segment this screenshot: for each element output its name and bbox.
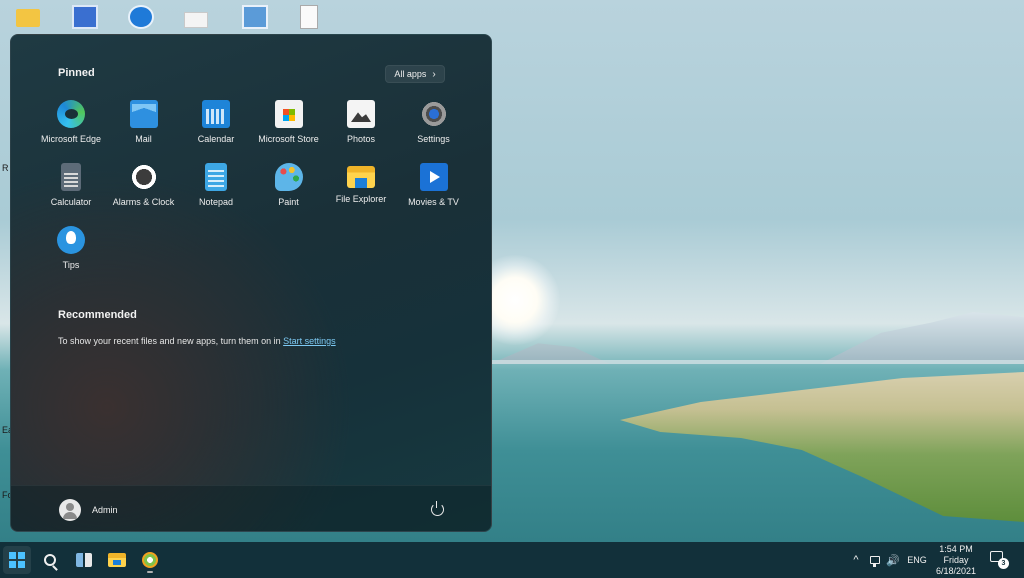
clock-time: 1:54 PM	[939, 543, 973, 554]
pinned-app-mail[interactable]: Mail	[108, 97, 180, 160]
pinned-app-edge[interactable]: Microsoft Edge	[35, 97, 107, 160]
pinned-app-label: Mail	[135, 134, 152, 144]
desktop-installer-icon[interactable]	[242, 5, 268, 29]
desktop-text-file-icon[interactable]	[300, 5, 318, 29]
notepad-icon	[205, 163, 227, 191]
pinned-app-label: Tips	[62, 260, 80, 270]
pinned-app-label: Microsoft Store	[258, 134, 319, 144]
pinned-apps-grid: Microsoft Edge Mail Calendar Microsoft S…	[35, 97, 475, 286]
pinned-app-label: Microsoft Edge	[40, 134, 102, 144]
user-avatar-icon[interactable]	[59, 499, 81, 521]
taskbar: ^ 🔊 ENG 1:54 PM Friday 6/18/2021 3	[0, 542, 1024, 578]
calendar-icon	[202, 100, 230, 128]
alarm-clock-icon	[129, 163, 158, 191]
pinned-app-label: Settings	[417, 134, 450, 144]
clock-day: Friday	[943, 554, 969, 565]
power-icon[interactable]	[431, 501, 444, 516]
input-language-indicator[interactable]: ENG	[904, 542, 930, 578]
wallpaper-horizon	[490, 360, 1024, 364]
pinned-app-paint[interactable]: Paint	[253, 160, 325, 223]
desktop-folder-icon[interactable]	[16, 9, 40, 27]
store-icon	[274, 100, 303, 128]
pinned-app-calendar[interactable]: Calendar	[180, 97, 252, 160]
pinned-app-label: File Explorer	[335, 194, 387, 204]
recommended-message: To show your recent files and new apps, …	[58, 336, 336, 346]
photos-icon	[347, 100, 375, 128]
pinned-title: Pinned	[58, 67, 95, 79]
desktop-edge-label: R	[2, 163, 9, 173]
start-settings-link[interactable]: Start settings	[283, 336, 336, 346]
edge-icon	[57, 100, 85, 128]
pinned-app-label: Calculator	[50, 197, 92, 207]
file-explorer-icon	[108, 553, 126, 567]
task-view-button[interactable]	[70, 546, 98, 574]
show-hidden-icons-button[interactable]: ^	[848, 542, 864, 578]
desktop-teamviewer-icon[interactable]	[128, 5, 154, 29]
pinned-app-settings[interactable]: Settings	[398, 97, 470, 160]
network-icon	[870, 556, 880, 567]
network-button[interactable]	[868, 542, 882, 578]
start-button[interactable]	[3, 546, 31, 574]
pinned-app-movies[interactable]: Movies & TV	[398, 160, 470, 223]
clock-date: 6/18/2021	[935, 565, 977, 576]
notification-center-button[interactable]: 3	[990, 551, 1009, 569]
pinned-app-calculator[interactable]: Calculator	[35, 160, 107, 223]
search-icon	[44, 554, 56, 566]
desktop-image-app-icon[interactable]	[72, 5, 98, 29]
app-icon	[142, 552, 158, 568]
pinned-app-alarms[interactable]: Alarms & Clock	[108, 160, 180, 223]
chevron-right-icon: ›	[432, 68, 436, 80]
pinned-app-store[interactable]: Microsoft Store	[253, 97, 325, 160]
pinned-app-label: Alarms & Clock	[112, 197, 175, 207]
running-indicator	[147, 571, 153, 573]
all-apps-button[interactable]: All apps ›	[385, 65, 445, 83]
task-view-icon	[76, 553, 92, 567]
paint-icon	[274, 163, 303, 191]
notification-badge: 3	[998, 558, 1009, 569]
wallpaper-hill-right	[820, 312, 1024, 364]
calculator-icon	[61, 163, 81, 191]
pinned-app-label: Photos	[346, 134, 376, 144]
pinned-app-file-explorer[interactable]: File Explorer	[325, 160, 397, 223]
search-button[interactable]	[36, 546, 64, 574]
start-menu-footer: Admin	[11, 485, 491, 531]
pinned-app-label: Notepad	[198, 197, 234, 207]
start-menu: Pinned All apps › Microsoft Edge Mail Ca…	[10, 34, 492, 532]
desktop-keyboard-icon[interactable]	[184, 12, 208, 28]
file-explorer-icon	[347, 166, 375, 188]
app-button[interactable]	[136, 546, 164, 574]
pinned-app-label: Calendar	[197, 134, 235, 144]
tips-icon	[57, 226, 85, 254]
user-name[interactable]: Admin	[92, 505, 118, 515]
pinned-app-notepad[interactable]: Notepad	[180, 160, 252, 223]
clock[interactable]: 1:54 PM Friday 6/18/2021	[930, 543, 982, 577]
mail-icon	[129, 100, 158, 128]
movies-tv-icon	[419, 163, 448, 191]
pinned-app-label: Movies & TV	[408, 197, 459, 207]
pinned-app-tips[interactable]: Tips	[35, 223, 107, 286]
file-explorer-button[interactable]	[103, 546, 131, 574]
pinned-app-label: Paint	[278, 197, 299, 207]
pinned-app-photos[interactable]: Photos	[325, 97, 397, 160]
recommended-text: To show your recent files and new apps, …	[58, 336, 284, 346]
recommended-title: Recommended	[58, 309, 137, 321]
wallpaper-grass	[620, 372, 1024, 522]
volume-icon[interactable]: 🔊	[886, 542, 900, 578]
windows-logo-icon	[9, 552, 25, 568]
all-apps-label: All apps	[394, 69, 427, 79]
settings-icon	[419, 100, 448, 128]
